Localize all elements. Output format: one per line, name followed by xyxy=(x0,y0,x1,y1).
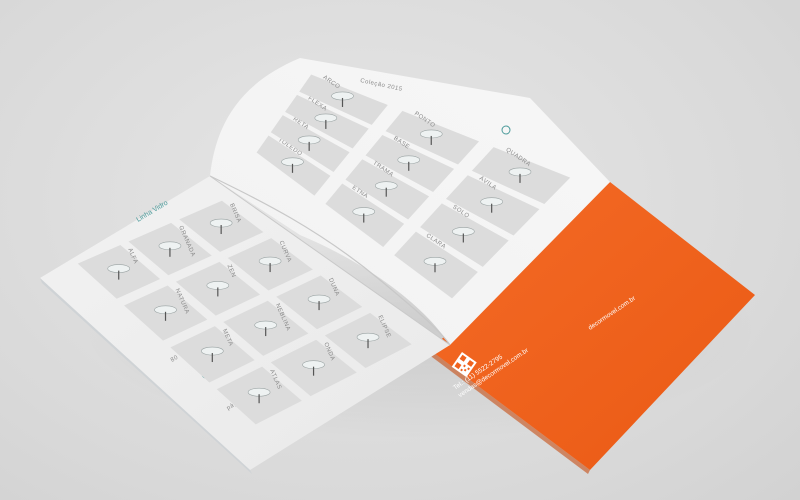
catalog-photo: Tel.: (11) 5522-2795 vendas@decormovel.c… xyxy=(40,58,760,474)
